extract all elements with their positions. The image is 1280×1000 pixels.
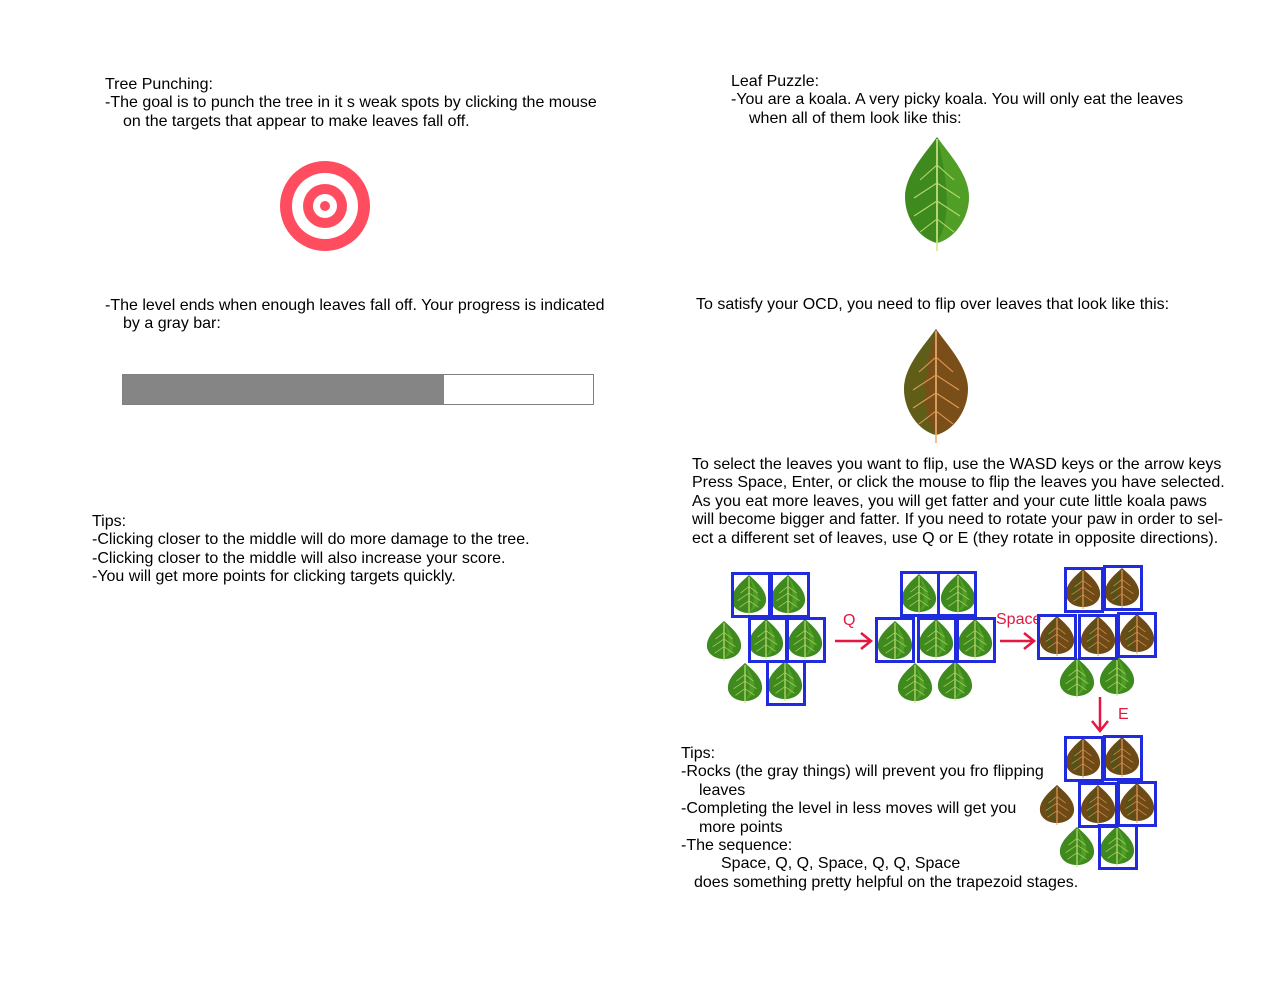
selection-box: [956, 617, 996, 663]
controls-line: As you eat more leaves, you will get fat…: [692, 493, 1207, 510]
tree-goal-line2: on the targets that appear to make leave…: [123, 113, 470, 130]
leaf-intro-line2: when all of them look like this:: [749, 110, 962, 127]
label-space: Space: [996, 611, 1042, 628]
green-leaf-icon: [726, 662, 764, 704]
leaf-intro-line1: -You are a koala. A very picky koala. Yo…: [731, 91, 1184, 108]
selection-box: [900, 571, 940, 617]
controls-line: Press Space, Enter, or click the mouse t…: [692, 474, 1225, 491]
selection-box: [1103, 735, 1143, 781]
selection-box: [875, 617, 915, 663]
selection-box: [1078, 782, 1118, 828]
green-leaf-icon: [1058, 826, 1096, 868]
flip-text: To satisfy your OCD, you need to flip ov…: [696, 296, 1170, 313]
selection-box: [1037, 614, 1077, 660]
tree-end-line1: -The level ends when enough leaves fall …: [105, 297, 605, 314]
leaf-tip-seq-line1: -The sequence:: [681, 837, 793, 854]
selection-box: [1117, 612, 1157, 658]
leaf-tip-rocks-line1: -Rocks (the gray things) will prevent yo…: [681, 763, 1044, 780]
leaf-tips-heading: Tips:: [681, 745, 716, 762]
selection-box: [937, 571, 977, 617]
leaf-tip-seq-line2: Space, Q, Q, Space, Q, Q, Space: [721, 855, 961, 872]
tree-end-line2: by a gray bar:: [123, 315, 221, 332]
tree-tip-item: -Clicking closer to the middle will do m…: [92, 531, 530, 548]
brown-leaf-icon: [904, 329, 968, 443]
tree-tips-heading: Tips:: [92, 513, 127, 530]
tree-tip-item: -You will get more points for clicking t…: [92, 568, 456, 585]
selection-box: [770, 572, 810, 618]
tree-punching-heading: Tree Punching:: [105, 76, 213, 93]
arrow-right-icon: [835, 632, 874, 650]
controls-line: will become bigger and fatter. If you ne…: [692, 511, 1223, 528]
selection-box: [748, 617, 788, 663]
selection-box: [1117, 781, 1157, 827]
green-leaf-icon: [896, 662, 934, 704]
leaf-puzzle-heading: Leaf Puzzle:: [731, 73, 820, 90]
green-leaf-icon: [1058, 657, 1096, 699]
green-leaf-icon: [905, 137, 969, 251]
leaf-tip-seq-line3: does something pretty helpful on the tra…: [694, 874, 1079, 891]
controls-line: ect a different set of leaves, use Q or …: [692, 530, 1219, 547]
selection-box: [1078, 614, 1118, 660]
selection-box: [1103, 565, 1143, 611]
leaf-tip-rocks-line2: leaves: [699, 782, 746, 799]
progress-bar-fill: [123, 375, 445, 404]
label-e: E: [1118, 706, 1129, 723]
arrow-down-icon: [1091, 697, 1109, 734]
label-q: Q: [843, 612, 856, 629]
selection-box: [1064, 567, 1104, 613]
target-icon: [280, 161, 370, 251]
green-leaf-icon: [705, 620, 743, 662]
tree-goal-line1: -The goal is to punch the tree in it s w…: [105, 94, 597, 111]
green-leaf-icon: [936, 660, 974, 702]
green-leaf-icon: [1098, 655, 1136, 697]
progress-bar: [122, 374, 594, 405]
controls-line: To select the leaves you want to flip, u…: [692, 456, 1222, 473]
leaf-tip-moves-line2: more points: [699, 819, 783, 836]
selection-box: [917, 617, 957, 663]
leaf-tip-moves-line1: -Completing the level in less moves will…: [681, 800, 1017, 817]
tree-tip-item: -Clicking closer to the middle will also…: [92, 550, 506, 567]
brown-leaf-icon: [1038, 784, 1076, 826]
arrow-right-icon: [1000, 632, 1037, 650]
selection-box: [766, 660, 806, 706]
selection-box: [1064, 736, 1104, 782]
selection-box: [786, 617, 826, 663]
selection-box: [731, 572, 771, 618]
selection-box: [1098, 824, 1138, 870]
